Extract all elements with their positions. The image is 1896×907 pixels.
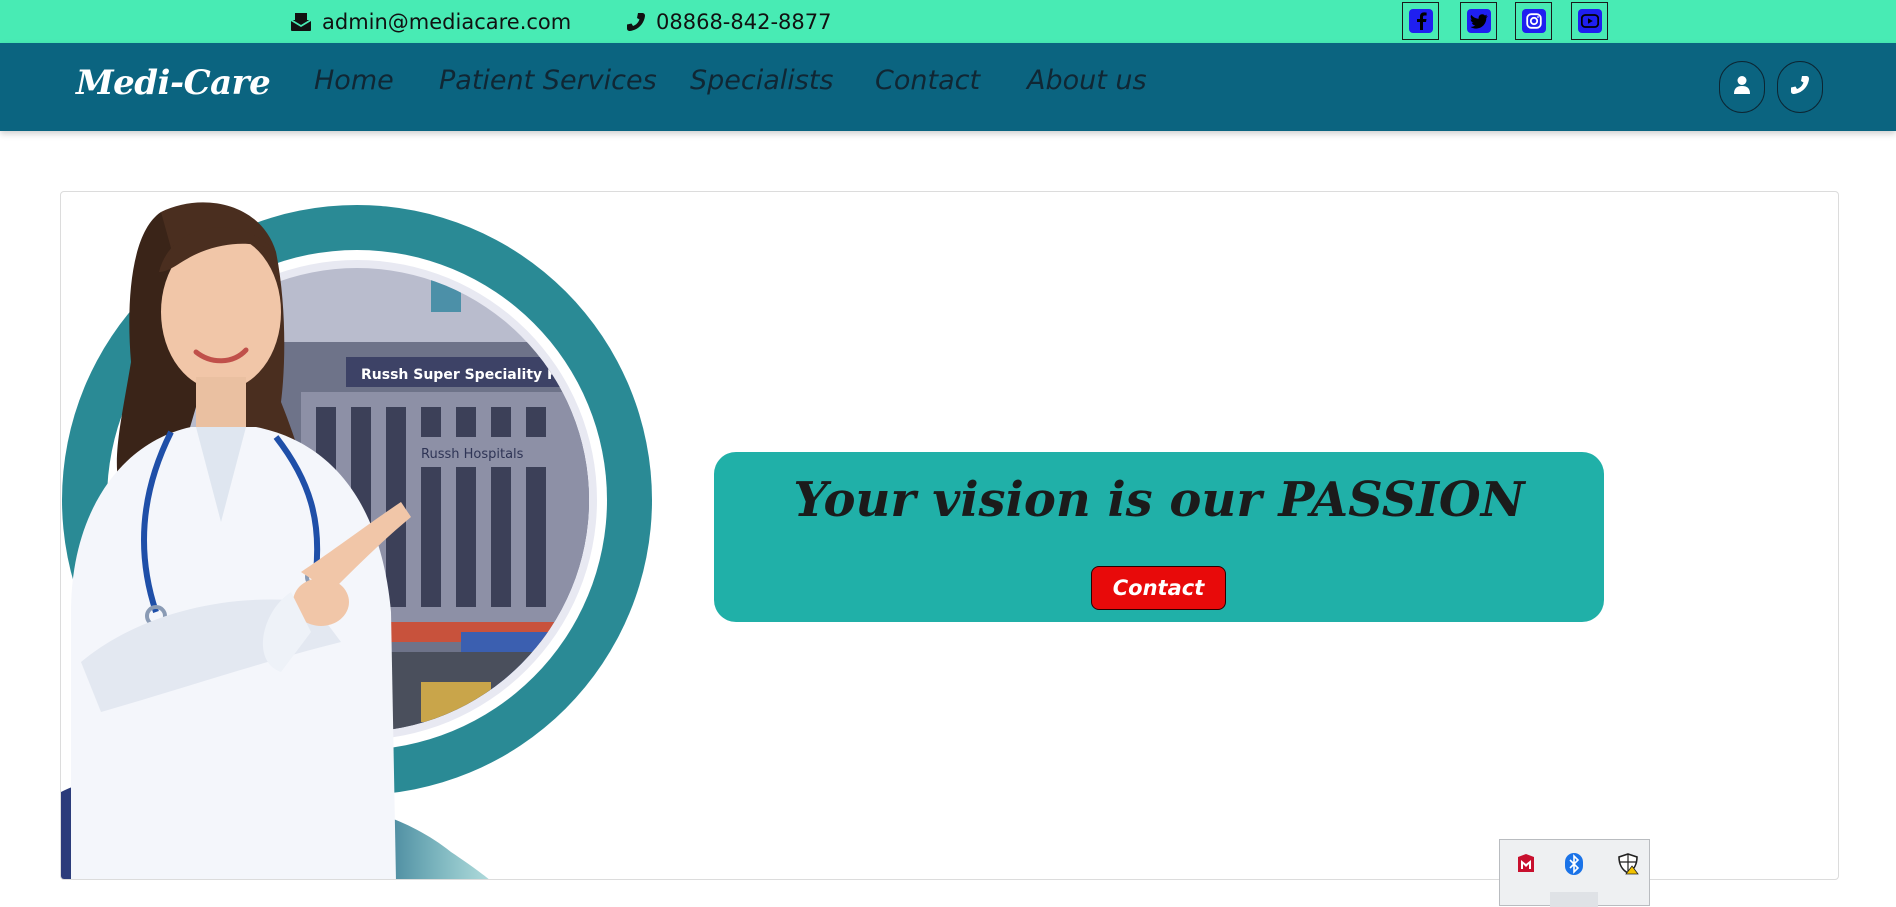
bluetooth-icon[interactable] bbox=[1562, 852, 1586, 876]
facebook-icon bbox=[1408, 9, 1433, 33]
main-navbar: Medi-Care Home Patient Services Speciali… bbox=[0, 43, 1896, 131]
top-contact-bar: admin@mediacare.com 08868-842-8877 bbox=[0, 0, 1896, 43]
user-button[interactable] bbox=[1719, 61, 1765, 113]
tray-selection bbox=[1550, 892, 1598, 907]
doctor-hospital-illustration: Russh Super Speciality Hos Russh Hospita… bbox=[61, 202, 652, 879]
instagram-icon bbox=[1521, 9, 1546, 33]
call-button[interactable] bbox=[1777, 61, 1823, 113]
brand-logo[interactable]: Medi-Care bbox=[76, 63, 271, 103]
youtube-icon bbox=[1577, 9, 1602, 33]
building-sign: Russh Super Speciality Hos bbox=[361, 367, 577, 383]
contact-phone[interactable]: 08868-842-8877 bbox=[624, 0, 832, 43]
hero-card: Russh Super Speciality Hos Russh Hospita… bbox=[60, 191, 1839, 880]
nav-specialists[interactable]: Specialists bbox=[690, 65, 834, 96]
facebook-link[interactable] bbox=[1402, 2, 1439, 40]
mcafee-icon[interactable] bbox=[1514, 852, 1538, 876]
youtube-link[interactable] bbox=[1571, 2, 1608, 40]
hero-contact-button[interactable]: Contact bbox=[1091, 566, 1226, 610]
nav-contact[interactable]: Contact bbox=[875, 65, 980, 96]
contact-phone-text: 08868-842-8877 bbox=[656, 9, 832, 34]
twitter-icon bbox=[1466, 9, 1491, 33]
instagram-link[interactable] bbox=[1515, 2, 1552, 40]
nav-home[interactable]: Home bbox=[314, 65, 394, 96]
security-warning-icon[interactable] bbox=[1616, 852, 1640, 876]
building-sign-2: Russh Hospitals bbox=[421, 447, 524, 462]
twitter-link[interactable] bbox=[1460, 2, 1497, 40]
user-icon bbox=[1733, 75, 1751, 99]
contact-email-text: admin@mediacare.com bbox=[322, 9, 572, 34]
phone-icon bbox=[1790, 75, 1810, 99]
hero-cta-panel: Your vision is our PASSION Contact bbox=[714, 452, 1604, 622]
phone-icon bbox=[624, 10, 648, 34]
system-tray-popup bbox=[1499, 839, 1650, 907]
nav-patient-services[interactable]: Patient Services bbox=[439, 65, 657, 96]
contact-email[interactable]: admin@mediacare.com bbox=[290, 0, 571, 43]
nav-about-us[interactable]: About us bbox=[1027, 65, 1147, 96]
hero-headline: Your vision is our PASSION bbox=[793, 472, 1525, 528]
mail-icon bbox=[290, 10, 314, 34]
